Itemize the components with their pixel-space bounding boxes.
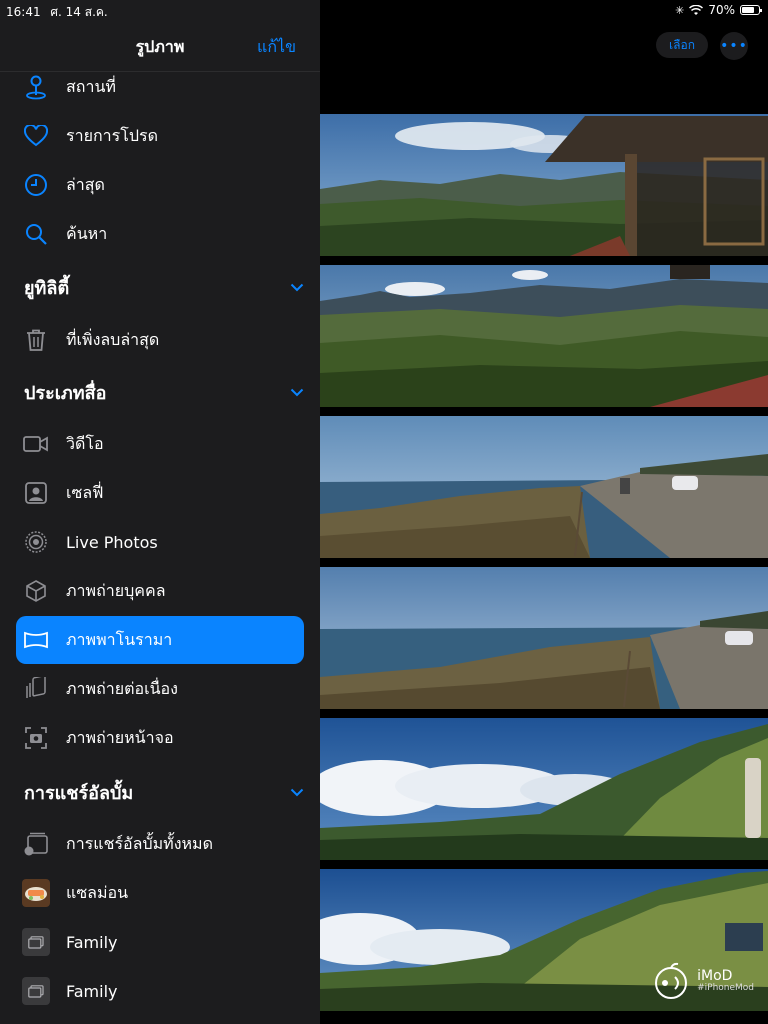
chevron-down-icon <box>290 788 304 796</box>
status-time-date: 16:41 ศ. 14 ส.ค. <box>6 3 108 22</box>
section-title: ยูทิลิตี้ <box>24 277 70 299</box>
album-placeholder-icon <box>22 928 50 956</box>
sidebar-item-portrait[interactable]: ภาพถ่ายบุคคล <box>16 567 304 615</box>
sidebar-item-screenshots[interactable]: ภาพถ่ายหน้าจอ <box>16 714 304 762</box>
wifi-icon <box>689 4 704 15</box>
sidebar-item-label: วิดีโอ <box>66 433 104 453</box>
sidebar-item-label: ล่าสุด <box>66 174 105 194</box>
watermark-name: iMoD <box>697 968 733 984</box>
status-indicators: ✳ 70% <box>675 3 762 17</box>
sidebar-item-recently-deleted[interactable]: ที่เพิ่งลบล่าสุด <box>16 316 304 364</box>
status-bar: 16:41 ศ. 14 ส.ค. ✳ 70% <box>0 0 768 20</box>
loading-spinner-icon: ✳ <box>675 3 685 17</box>
shared-albums-icon <box>22 830 50 858</box>
sidebar-item-selfies[interactable]: เซลฟี่ <box>16 469 304 517</box>
sidebar-item-all-shared-albums[interactable]: การแชร์อัลบั้มทั้งหมด <box>16 820 304 868</box>
more-icon: ••• <box>720 38 748 54</box>
battery-percent: 70% <box>708 3 735 17</box>
section-header-utilities[interactable]: ยูทิลิตี้ <box>24 267 304 307</box>
screenshot-icon <box>22 724 50 752</box>
panorama-photo[interactable] <box>320 416 768 558</box>
section-title: การแชร์อัลบั้ม <box>24 782 134 804</box>
imod-logo-icon <box>655 962 688 999</box>
sidebar-item-album-salmon[interactable]: แซลม่อน <box>16 869 304 917</box>
video-icon <box>22 430 50 458</box>
sidebar-item-album-family[interactable]: Family <box>16 918 304 966</box>
selfie-icon <box>22 479 50 507</box>
panorama-photo[interactable] <box>320 718 768 860</box>
sidebar-item-label: ค้นหา <box>66 223 108 243</box>
sidebar-item-album-family[interactable]: Family <box>16 967 304 1015</box>
sidebar-item-label: ภาพพาโนรามา <box>66 629 173 649</box>
section-title: ประเภทสื่อ <box>24 382 107 404</box>
panorama-photo[interactable] <box>320 567 768 709</box>
sidebar-item-label: แซลม่อน <box>66 882 129 902</box>
select-button[interactable]: เลือก <box>656 32 708 58</box>
sidebar-item-label: Family <box>66 932 118 952</box>
trash-icon <box>22 326 50 354</box>
sidebar-item-label: Live Photos <box>66 532 158 552</box>
heart-icon <box>22 122 50 150</box>
burst-icon <box>22 675 50 703</box>
more-options-button[interactable]: ••• <box>720 32 748 60</box>
album-thumbnail <box>22 879 50 907</box>
sidebar-item-panoramas[interactable]: ภาพพาโนรามา <box>16 616 304 664</box>
sidebar-item-search[interactable]: ค้นหา <box>16 210 304 258</box>
sidebar-item-label: รายการโปรด <box>66 125 158 145</box>
sidebar-item-live-photos[interactable]: Live Photos <box>16 518 304 566</box>
sidebar-item-label: ภาพถ่ายต่อเนื่อง <box>66 678 178 698</box>
sidebar-item-label: เซลฟี่ <box>66 482 104 502</box>
section-header-media-types[interactable]: ประเภทสื่อ <box>24 372 304 412</box>
status-time: 16:41 <box>6 5 41 19</box>
sidebar-item-videos[interactable]: วิดีโอ <box>16 420 304 468</box>
sidebar-item-recents[interactable]: ล่าสุด <box>16 161 304 209</box>
chevron-down-icon <box>290 388 304 396</box>
sidebar-item-label: ภาพถ่ายบุคคล <box>66 580 166 600</box>
edit-button[interactable]: แก้ไข <box>257 35 296 60</box>
panorama-photo[interactable] <box>320 265 768 407</box>
panorama-icon <box>22 626 50 654</box>
panorama-photo[interactable]: iMoD #iPhoneMod <box>320 869 768 1011</box>
photo-grid: เลือก ••• iMoD #iPhoneMod <box>320 0 768 1024</box>
sidebar-item-label: ภาพถ่ายหน้าจอ <box>66 727 174 747</box>
portrait-cube-icon <box>22 577 50 605</box>
status-date: ศ. 14 ส.ค. <box>50 5 108 19</box>
watermark: iMoD #iPhoneMod <box>651 961 754 1001</box>
sidebar-item-bursts[interactable]: ภาพถ่ายต่อเนื่อง <box>16 665 304 713</box>
watermark-handle: #iPhoneMod <box>697 983 754 993</box>
live-photos-icon <box>22 528 50 556</box>
sidebar-item-label: Family <box>66 981 118 1001</box>
location-pin-icon <box>22 73 50 101</box>
search-icon <box>22 220 50 248</box>
sidebar-header: รูปภาพ แก้ไข <box>0 20 320 72</box>
sidebar-item-label: การแชร์อัลบั้มทั้งหมด <box>66 833 213 853</box>
battery-icon <box>740 5 762 15</box>
clock-icon <box>22 171 50 199</box>
sidebar-item-label: ที่เพิ่งลบล่าสุด <box>66 329 160 349</box>
sidebar-item-favorites[interactable]: รายการโปรด <box>16 112 304 160</box>
section-header-shared-albums[interactable]: การแชร์อัลบั้ม <box>24 772 304 812</box>
sidebar-item-label: สถานที่ <box>66 76 116 96</box>
chevron-down-icon <box>290 283 304 291</box>
panorama-photo[interactable] <box>320 114 768 256</box>
sidebar: รูปภาพ แก้ไข สถานที่ รายการโปรด ล่าสุด ค… <box>0 0 320 1024</box>
album-placeholder-icon <box>22 977 50 1005</box>
